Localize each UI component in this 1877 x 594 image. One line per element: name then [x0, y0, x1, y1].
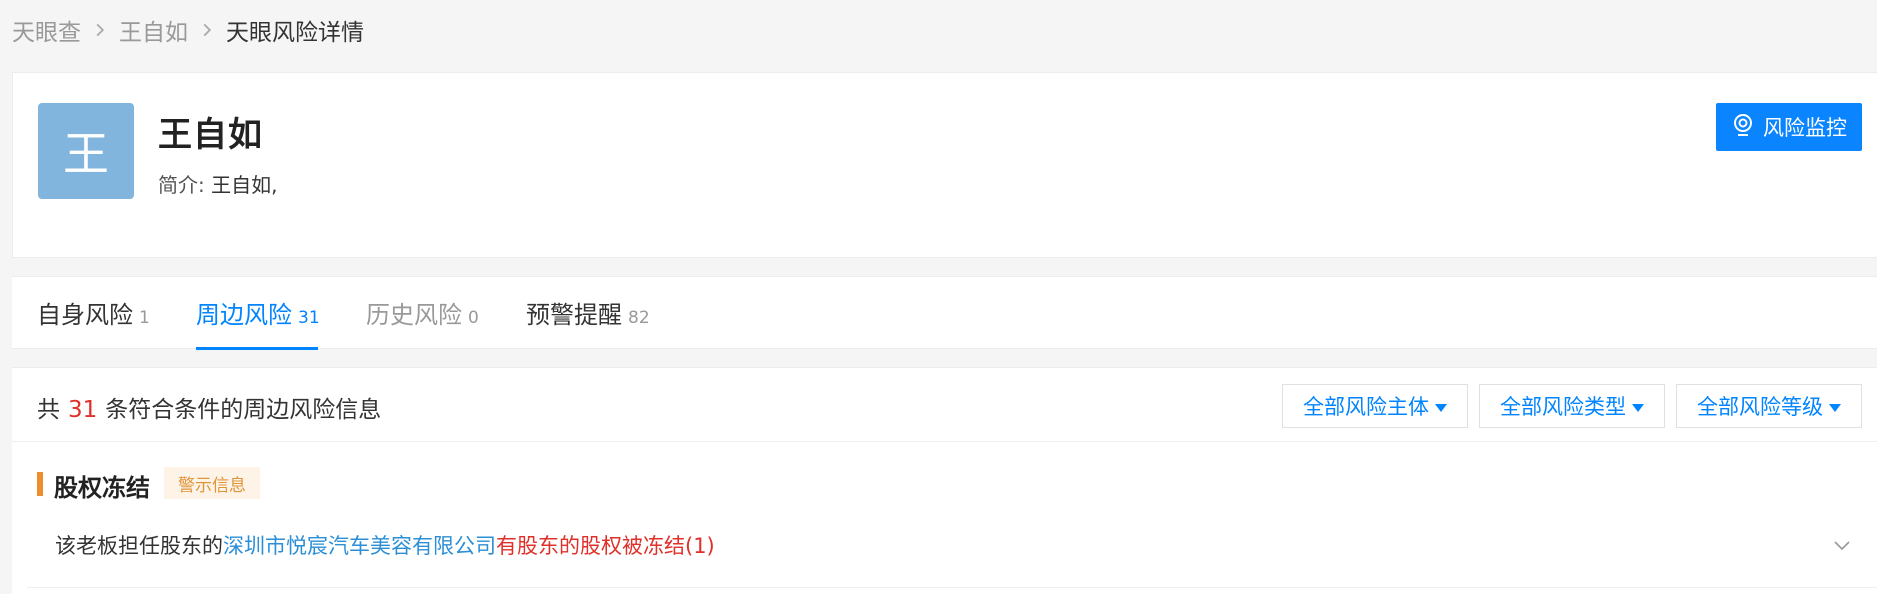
breadcrumb: 天眼查 王自如 天眼风险详情	[12, 14, 364, 46]
warning-tag: 警示信息	[164, 467, 260, 499]
caret-down-icon	[1829, 394, 1841, 418]
caret-down-icon	[1632, 394, 1644, 418]
summary-suffix: 条符合条件的周边风险信息	[105, 397, 382, 423]
filter-risk-level-dropdown[interactable]: 全部风险等级	[1676, 384, 1862, 428]
chevron-down-icon[interactable]	[1832, 535, 1852, 555]
tab-label: 历史风险	[366, 301, 462, 329]
tab-label: 预警提醒	[526, 301, 622, 329]
filter-label: 全部风险类型	[1500, 395, 1626, 419]
filter-risk-type-dropdown[interactable]: 全部风险类型	[1479, 384, 1665, 428]
tab-warning-alerts[interactable]: 预警提醒 82	[526, 295, 650, 350]
tab-label: 周边风险	[196, 301, 292, 329]
summary-prefix: 共	[37, 397, 60, 423]
intro-label: 简介:	[158, 173, 205, 197]
tab-label: 自身风险	[37, 301, 133, 329]
divider	[12, 441, 1877, 442]
divider	[27, 587, 1877, 588]
chevron-right-icon	[200, 23, 214, 37]
risk-item-count: (1)	[685, 534, 715, 558]
avatar: 王	[38, 103, 134, 199]
person-name: 王自如	[158, 115, 263, 155]
camera-icon	[1731, 113, 1755, 142]
risk-list-card: 共 31 条符合条件的周边风险信息 全部风险主体 全部风险类型 全部风险等级 股权冻…	[12, 367, 1877, 594]
summary-count: 31	[68, 397, 98, 423]
section-title: 股权冻结	[54, 474, 150, 502]
caret-down-icon	[1435, 394, 1447, 418]
risk-item-prefix: 该老板担任股东的	[55, 534, 223, 558]
filter-label: 全部风险等级	[1697, 395, 1823, 419]
tab-count: 82	[628, 308, 650, 328]
tab-self-risk[interactable]: 自身风险 1	[37, 295, 150, 350]
profile-card: 王 王自如 简介: 王自如, 风险监控	[12, 72, 1877, 258]
tab-history-risk[interactable]: 历史风险 0	[366, 295, 479, 350]
filter-risk-subject-dropdown[interactable]: 全部风险主体	[1282, 384, 1468, 428]
risk-monitor-button[interactable]: 风险监控	[1716, 103, 1862, 151]
risk-item[interactable]: 该老板担任股东的深圳市悦宸汽车美容有限公司有股东的股权被冻结(1)	[55, 530, 715, 560]
company-link[interactable]: 深圳市悦宸汽车美容有限公司	[223, 534, 496, 558]
tab-count: 1	[139, 308, 150, 328]
tab-count: 31	[298, 308, 320, 328]
result-summary: 共 31 条符合条件的周边风险信息	[37, 390, 381, 424]
tab-surrounding-risk[interactable]: 周边风险 31	[196, 295, 320, 350]
tab-count: 0	[468, 308, 479, 328]
risk-item-highlight: 有股东的股权被冻结	[496, 534, 685, 558]
breadcrumb-current: 天眼风险详情	[226, 20, 364, 46]
breadcrumb-home-link[interactable]: 天眼查	[12, 13, 81, 47]
breadcrumb-person-link[interactable]: 王自如	[119, 13, 188, 47]
intro-text: 王自如,	[211, 173, 278, 197]
chevron-right-icon	[93, 23, 107, 37]
risk-monitor-label: 风险监控	[1763, 116, 1847, 140]
risk-tabs: 自身风险 1 周边风险 31 历史风险 0 预警提醒 82	[12, 276, 1877, 350]
filter-label: 全部风险主体	[1303, 395, 1429, 419]
section-accent-bar	[37, 472, 43, 496]
profile-intro: 简介: 王自如,	[158, 169, 277, 198]
active-tab-indicator	[196, 347, 318, 350]
